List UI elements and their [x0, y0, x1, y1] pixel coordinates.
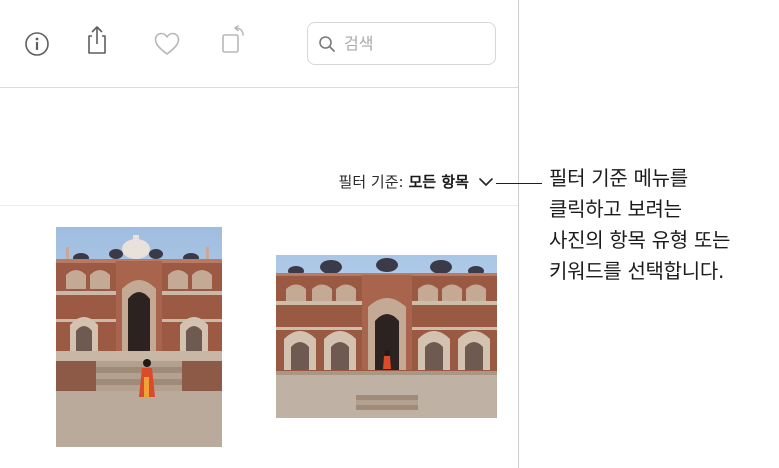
photos-window: 필터 기준: 모든 항목 [0, 0, 519, 468]
search-icon [319, 35, 335, 52]
callout-line: 클릭하고 보려는 [549, 197, 682, 221]
rotate-button[interactable] [219, 25, 249, 55]
search-field[interactable] [307, 22, 496, 65]
info-icon [25, 32, 49, 56]
filter-label: 필터 기준: [338, 173, 404, 191]
share-button[interactable] [82, 25, 112, 55]
callout-line: 필터 기준 메뉴를 [549, 166, 688, 190]
stage: 필터 기준: 모든 항목 [0, 0, 779, 468]
filter-bar: 필터 기준: 모든 항목 [0, 153, 518, 206]
share-icon [88, 26, 106, 54]
callout-line: 키워드를 선택합니다. [549, 259, 725, 283]
photo-image [276, 255, 497, 418]
favorite-button[interactable] [152, 29, 182, 59]
photo-thumbnail[interactable] [276, 255, 497, 418]
toolbar [0, 0, 518, 88]
search-input[interactable] [342, 33, 486, 54]
filter-by-menu[interactable]: 필터 기준: 모든 항목 [339, 171, 494, 192]
photo-image [56, 227, 222, 447]
heart-icon [154, 32, 180, 55]
photo-thumbnail[interactable] [56, 227, 222, 447]
filter-value: 모든 항목 [408, 173, 469, 191]
info-button[interactable] [22, 29, 52, 59]
callout-leader-line [496, 183, 542, 184]
rotate-icon [222, 25, 244, 53]
callout-text: 필터 기준 메뉴를 클릭하고 보려는 사진의 항목 유형 또는 키워드를 선택합… [549, 163, 779, 287]
chevron-down-icon [478, 177, 494, 187]
callout-line: 사진의 항목 유형 또는 [549, 228, 731, 252]
